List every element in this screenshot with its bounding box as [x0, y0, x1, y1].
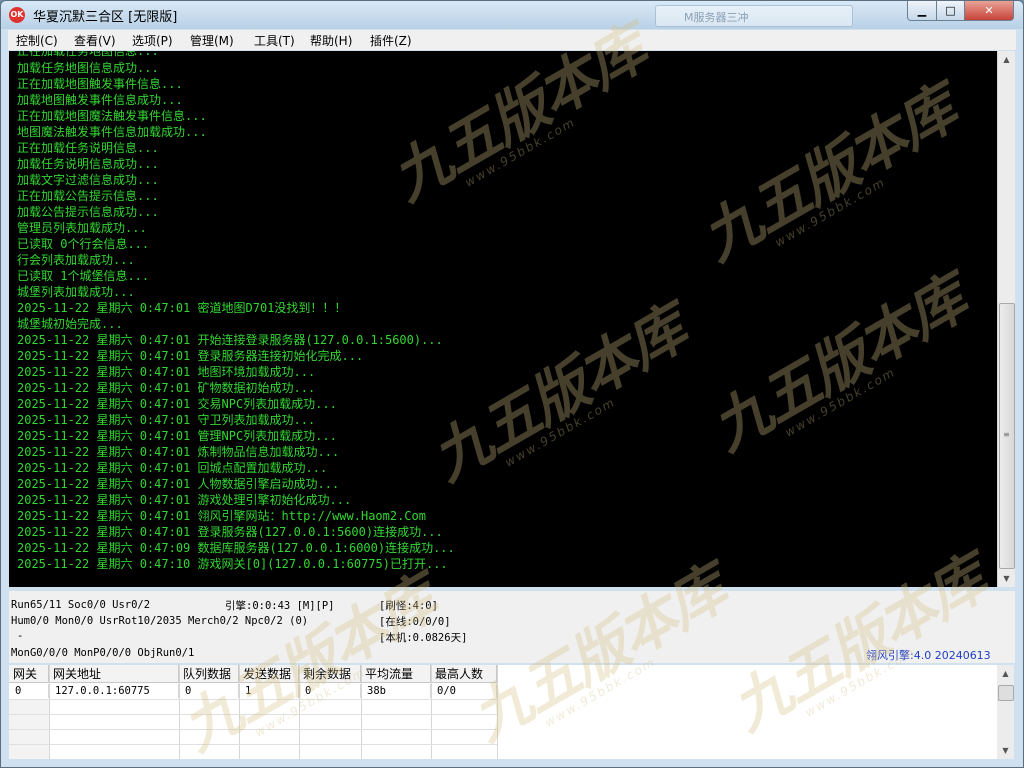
log-line: 2025-11-22 星期六 0:47:01 地图环境加载成功... — [17, 365, 316, 379]
log-line: 2025-11-22 星期六 0:47:01 管理NPC列表加载成功... — [17, 429, 337, 443]
menu-plugins[interactable]: 插件(Z) — [370, 32, 412, 49]
cell-max-users[interactable]: 0/0 — [431, 684, 497, 698]
log-scrollbar[interactable]: ▲ ≡ ▼ — [997, 51, 1015, 587]
log-line: 2025-11-22 星期六 0:47:01 交易NPC列表加载成功... — [17, 397, 337, 411]
cell-queue-data[interactable]: 0 — [179, 684, 239, 698]
log-line: 2025-11-22 星期六 0:47:01 矿物数据初始成功... — [17, 381, 316, 395]
menu-view[interactable]: 查看(V) — [74, 32, 116, 49]
run-stats: Run65/11 Soc0/0 Usr0/2 — [11, 599, 151, 611]
status-panel: Run65/11 Soc0/0 Usr0/2 引擎:0:0:43 [M][P] … — [9, 591, 1015, 663]
app-icon[interactable]: OK — [9, 7, 25, 23]
scroll-down-arrow-icon[interactable]: ▼ — [998, 570, 1015, 587]
log-line: 2025-11-22 星期六 0:47:01 登录服务器(127.0.0.1:5… — [17, 525, 443, 539]
log-line: 已读取 1个城堡信息... — [17, 269, 150, 283]
log-line: 2025-11-22 星期六 0:47:10 游戏网关[0](127.0.0.1… — [17, 557, 448, 571]
log-line: 正在加载地图魔法触发事件信息... — [17, 109, 207, 123]
cell-send-data[interactable]: 1 — [239, 684, 299, 698]
title-bar[interactable]: OK 华夏沉默三合区 [无限版] M服务器三冲 ▁ □ ✕ — [1, 1, 1023, 29]
grid-line — [9, 699, 497, 700]
engine-status: 引擎:0:0:43 [M][P] — [225, 600, 335, 612]
grid-line — [9, 714, 497, 715]
hum-stats: Hum0/0 Mon0/0 UsrRot10/2035 Merch0/2 Npc… — [11, 615, 309, 627]
col-gateway[interactable]: 网关 — [9, 665, 49, 683]
background-window-tab: M服务器三冲 — [655, 5, 853, 27]
log-line: 2025-11-22 星期六 0:47:01 炼制物品信息加载成功... — [17, 445, 340, 459]
col-remaining-data[interactable]: 剩余数据 — [299, 665, 361, 683]
log-line: 2025-11-22 星期六 0:47:01 人物数据引擎启动成功... — [17, 477, 340, 491]
log-line: 2025-11-22 星期六 0:47:01 登录服务器连接初始化完成... — [17, 349, 364, 363]
gateway-table[interactable]: 网关 网关地址 队列数据 发送数据 剩余数据 平均流量 最高人数 0 127.0… — [9, 665, 997, 759]
menu-tools[interactable]: 工具(T) — [254, 32, 295, 49]
close-button[interactable]: ✕ — [964, 1, 1014, 21]
monster-stats: MonG0/0/0 MonP0/0/0 ObjRun0/1 — [11, 647, 195, 659]
log-line: 加载地图触发事件信息成功... — [17, 93, 183, 107]
local-uptime: [本机:0.0826天] — [379, 632, 468, 644]
server-window: OK 华夏沉默三合区 [无限版] M服务器三冲 ▁ □ ✕ 控制(C) 查看(V… — [0, 0, 1024, 768]
cell-gateway-address[interactable]: 127.0.0.1:60775 — [49, 684, 179, 698]
status-dash: - — [17, 630, 24, 642]
log-line: 城堡城初始完成... — [17, 317, 123, 331]
scroll-down-arrow-icon[interactable]: ▼ — [997, 742, 1014, 759]
menu-bar: 控制(C) 查看(V) 选项(P) 管理(M) 工具(T) 帮助(H) 插件(Z… — [8, 30, 1016, 50]
log-line: 加载公告提示信息成功... — [17, 205, 159, 219]
col-average-traffic[interactable]: 平均流量 — [361, 665, 431, 683]
log-console[interactable]: 正在加载任务地图信息... 加载任务地图信息成功... 正在加载地图触发事件信息… — [9, 51, 997, 587]
log-line: 已读取 0个行会信息... — [17, 237, 150, 251]
online-status: [在线:0/0/0] — [379, 616, 451, 628]
log-line: 正在加载任务说明信息... — [17, 141, 159, 155]
col-max-users[interactable]: 最高人数 — [431, 665, 497, 683]
maximize-button[interactable]: □ — [936, 1, 965, 21]
scroll-up-arrow-icon[interactable]: ▲ — [998, 51, 1015, 68]
log-line: 2025-11-22 星期六 0:47:01 密道地图D701没找到！！！ — [17, 301, 347, 315]
menu-control[interactable]: 控制(C) — [16, 32, 58, 49]
log-line: 行会列表加载成功... — [17, 253, 135, 267]
grid-line — [9, 729, 497, 730]
col-send-data[interactable]: 发送数据 — [239, 665, 299, 683]
scroll-up-arrow-icon[interactable]: ▲ — [997, 665, 1014, 682]
log-line: 2025-11-22 星期六 0:47:01 游戏处理引擎初始化成功... — [17, 493, 352, 507]
log-line: 地图魔法触发事件信息加载成功... — [17, 125, 207, 139]
grid-line — [9, 744, 497, 745]
log-line: 2025-11-22 星期六 0:47:01 回城点配置加载成功... — [17, 461, 328, 475]
log-scroll-thumb[interactable]: ≡ — [999, 303, 1015, 569]
table-scroll-thumb[interactable] — [998, 685, 1014, 701]
cell-remaining-data[interactable]: 0 — [299, 684, 361, 698]
minimize-button[interactable]: ▁ — [907, 1, 937, 21]
refresh-monster-status: [刷怪:4:0] — [379, 600, 438, 612]
log-line: 管理员列表加载成功... — [17, 221, 147, 235]
log-line: 加载任务地图信息成功... — [17, 61, 159, 75]
log-line: 2025-11-22 星期六 0:47:01 翎风引擎网站：http://www… — [17, 509, 426, 523]
log-line: 正在加载任务地图信息... — [17, 51, 159, 58]
log-line: 2025-11-22 星期六 0:47:01 开始连接登录服务器(127.0.0… — [17, 333, 443, 347]
engine-version: 翎风引擎:4.0 20240613 — [866, 649, 991, 662]
background-window-label: M服务器三冲 — [684, 11, 749, 24]
log-line: 正在加载地图触发事件信息... — [17, 77, 183, 91]
log-line: 加载任务说明信息成功... — [17, 157, 159, 171]
empty-row[interactable] — [9, 730, 49, 745]
window-title: 华夏沉默三合区 [无限版] — [33, 10, 178, 25]
col-queue-data[interactable]: 队列数据 — [179, 665, 239, 683]
log-line: 城堡列表加载成功... — [17, 285, 135, 299]
log-line: 正在加载公告提示信息... — [17, 189, 159, 203]
table-scrollbar[interactable]: ▲ ▼ — [997, 665, 1014, 759]
log-line: 加载文字过滤信息成功... — [17, 173, 159, 187]
log-line: 2025-11-22 星期六 0:47:09 数据库服务器(127.0.0.1:… — [17, 541, 455, 555]
menu-manage[interactable]: 管理(M) — [190, 32, 234, 49]
col-gateway-address[interactable]: 网关地址 — [49, 665, 179, 683]
grid-line — [497, 665, 498, 759]
empty-row[interactable] — [9, 715, 49, 730]
empty-row[interactable] — [9, 745, 49, 759]
menu-help[interactable]: 帮助(H) — [310, 32, 352, 49]
empty-row[interactable] — [9, 700, 49, 715]
cell-average-traffic[interactable]: 38b — [361, 684, 431, 698]
cell-gateway[interactable]: 0 — [9, 684, 49, 698]
menu-options[interactable]: 选项(P) — [132, 32, 173, 49]
log-line: 2025-11-22 星期六 0:47:01 守卫列表加载成功... — [17, 413, 316, 427]
